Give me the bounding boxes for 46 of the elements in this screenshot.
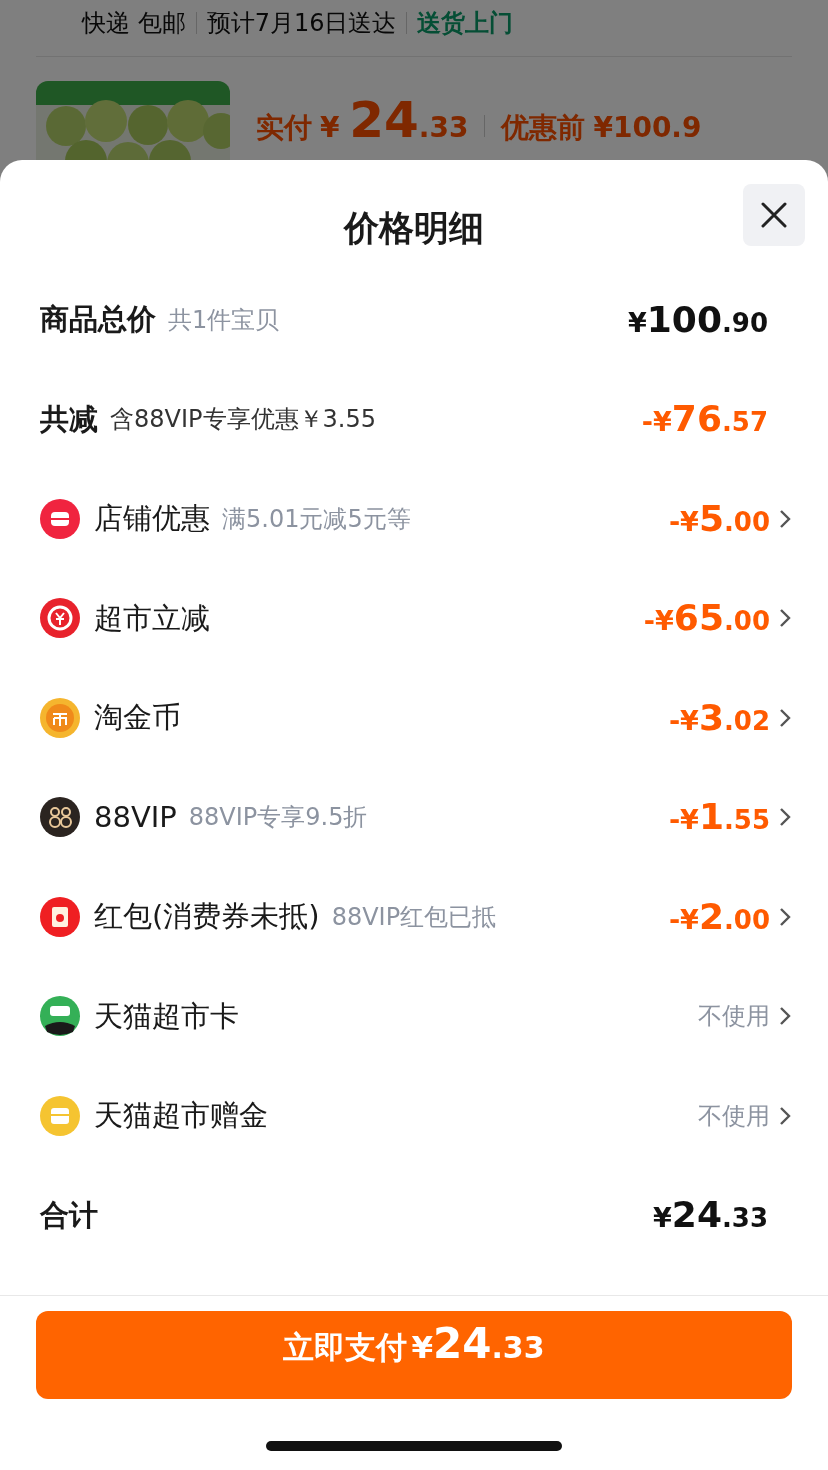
delivery-info: 预计7月16日送达: [206, 8, 397, 39]
row-label: 天猫超市赠金: [94, 1097, 268, 1134]
coin-icon: [40, 697, 80, 738]
row-note: 满5.01元减5元等: [222, 503, 411, 535]
price-label: 优惠前: [501, 110, 586, 146]
chevron-icon: [778, 1104, 792, 1127]
row-note: 88VIP红包已抵: [331, 901, 497, 933]
close-icon: [761, 202, 787, 228]
envelope-icon: [40, 896, 80, 937]
gift-card-icon: [40, 1095, 80, 1136]
row-amount: -¥76.57: [641, 397, 768, 442]
chevron-icon: [778, 905, 792, 928]
row-label: 店铺优惠: [94, 500, 210, 537]
row-amount: -¥65.00: [643, 596, 770, 641]
delivery-info: 快递 包邮: [82, 8, 186, 39]
original-price: ¥100.9: [593, 110, 702, 146]
row-amount: -¥5.00: [668, 496, 770, 541]
pay-button[interactable]: 立即支付¥24.33: [36, 1311, 792, 1399]
row-amount: -¥1.55: [668, 795, 770, 840]
chevron-icon: [778, 706, 792, 729]
row-label: 88VIP: [94, 798, 177, 836]
row-amount: ¥100.90: [628, 297, 768, 342]
row-label: 共减: [40, 400, 98, 438]
shop-icon: [40, 498, 80, 539]
row-label: 淘金币: [94, 699, 181, 736]
delivery-tag: 送货上门: [417, 5, 514, 41]
price-label: 实付: [256, 110, 312, 146]
row-label: 超市立减: [94, 599, 210, 637]
row-amount: ¥24.33: [653, 1193, 768, 1238]
row-note: 共1件宝贝: [168, 304, 280, 336]
badge-icon: [40, 797, 80, 838]
row-note: 88VIP专享9.5折: [188, 802, 368, 834]
row-label: 红包(消费券未抵): [94, 898, 320, 935]
row-note: 含88VIP专享优惠￥3.55: [110, 404, 376, 436]
row-amount: -¥2.00: [668, 894, 770, 939]
row-label: 商品总价: [40, 301, 156, 338]
chevron-icon: [778, 507, 792, 530]
row-label: 合计: [40, 1196, 98, 1234]
sheet-title: 价格明细: [342, 207, 485, 250]
row-label: 天猫超市卡: [94, 997, 239, 1035]
row-value: 不使用: [698, 1001, 770, 1033]
paid-price: ¥ 24.33: [320, 90, 469, 151]
row-value: 不使用: [698, 1100, 770, 1132]
coin-icon: [40, 598, 80, 639]
row-amount: -¥3.02: [668, 695, 770, 740]
close-button[interactable]: [743, 184, 805, 246]
